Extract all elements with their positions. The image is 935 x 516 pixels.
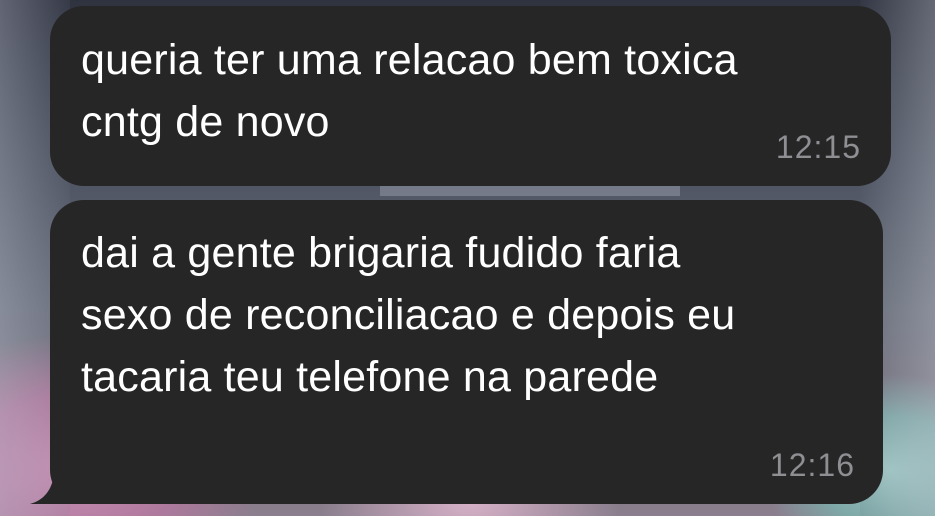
message-text: dai a gente brigaria fudido faria sexo d… [81,229,736,401]
message-bubble[interactable]: dai a gente brigaria fudido faria sexo d… [50,200,883,504]
message-bubble[interactable]: queria ter uma relacao bem toxica cntg d… [50,6,891,186]
message-text: queria ter uma relacao bem toxica cntg d… [81,36,738,146]
message-timestamp: 12:16 [769,447,855,483]
message-timestamp: 12:15 [775,129,861,165]
